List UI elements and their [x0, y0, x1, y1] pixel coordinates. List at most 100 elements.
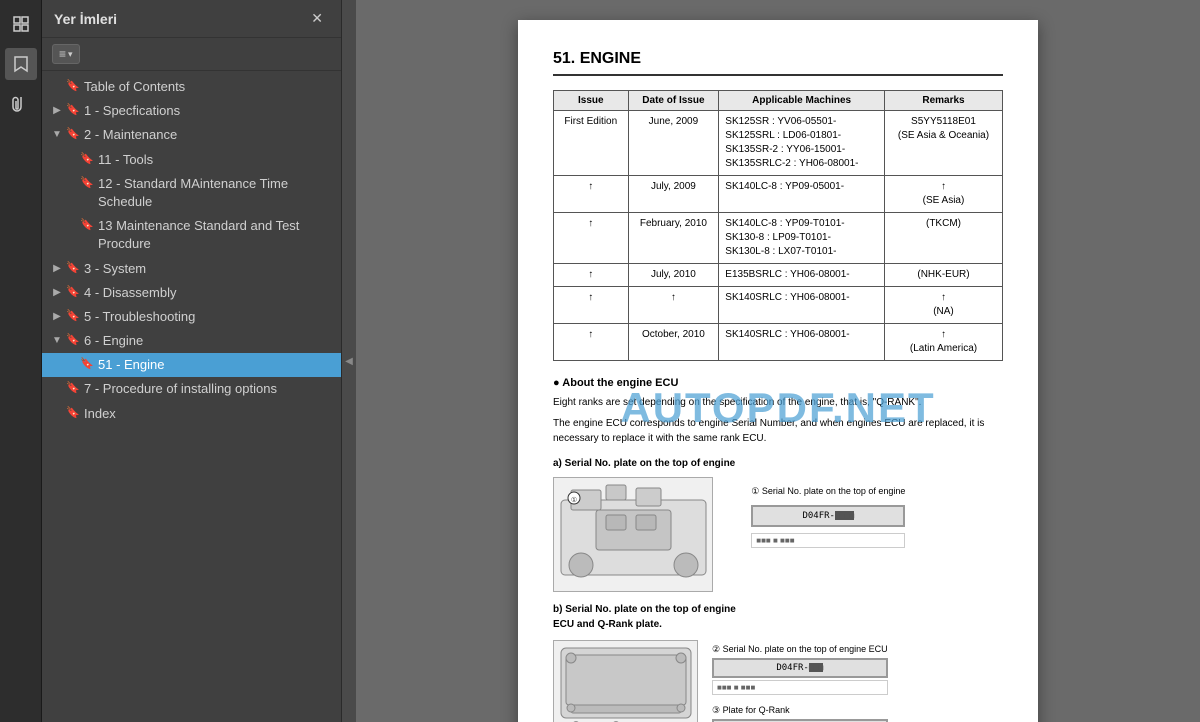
toggle-icon: ▶ — [50, 286, 64, 300]
table-cell-issue: ↑ — [554, 176, 629, 213]
sidebar-item-label: 12 - Standard MAintenance Time Schedule — [98, 175, 333, 211]
table-cell-machines: SK140SRLC : YH06-08001- — [719, 324, 885, 361]
table-row: ↑ July, 2009 SK140LC-8 : YP09-05001- ↑(S… — [554, 176, 1003, 213]
sidebar-item-label: 5 - Troubleshooting — [84, 308, 333, 326]
table-cell-remarks: (NHK-EUR) — [884, 264, 1002, 287]
ecu-plate-3: ③ Plate for Q-Rank Q-RANK — [712, 705, 888, 722]
sidebar-item-7-proc[interactable]: 🔖 7 - Procedure of installing options — [42, 377, 341, 401]
menu-icon: ≡ — [59, 47, 66, 61]
table-row: ↑ July, 2010 E135BSRLC : YH06-08001- (NH… — [554, 264, 1003, 287]
table-cell-date: July, 2009 — [628, 176, 719, 213]
svg-text:①: ① — [570, 496, 576, 504]
table-cell-remarks: ↑(Latin America) — [884, 324, 1002, 361]
sidebar-item-6-engine[interactable]: ▼ 🔖 6 - Engine — [42, 329, 341, 353]
serial-plate-b: D04FR-■■■ — [712, 658, 888, 678]
table-row: First Edition June, 2009 SK125SR : YV06-… — [554, 111, 1003, 176]
serial-section-b-label: b) Serial No. plate on the top of engine… — [553, 602, 1003, 632]
sidebar-item-label: 11 - Tools — [98, 151, 333, 169]
ecu-plate-2: ② Serial No. plate on the top of engine … — [712, 644, 888, 695]
sidebar-menu-button[interactable]: ≡ ▾ — [52, 44, 80, 64]
serial-sub-b: ■■■ ■ ■■■ — [712, 680, 888, 695]
ecu-plates-detail: ② Serial No. plate on the top of engine … — [712, 640, 888, 722]
table-cell-date: ↑ — [628, 287, 719, 324]
sidebar-item-3-sys[interactable]: ▶ 🔖 3 - System — [42, 257, 341, 281]
bookmark-icon: 🔖 — [80, 176, 94, 191]
pdf-ecu-subtitle: ● About the engine ECU — [553, 377, 1003, 389]
table-cell-date: July, 2010 — [628, 264, 719, 287]
bookmark-icon: 🔖 — [80, 357, 94, 372]
sidebar-item-label: 6 - Engine — [84, 332, 333, 350]
toggle-icon: ▼ — [50, 128, 64, 142]
sidebar-item-12-std[interactable]: 🔖 12 - Standard MAintenance Time Schedul… — [42, 172, 341, 214]
table-cell-issue: First Edition — [554, 111, 629, 176]
sidebar-item-toc[interactable]: 🔖 Table of Contents — [42, 75, 341, 99]
bookmark-icon: 🔖 — [80, 218, 94, 233]
table-cell-remarks: ↑(SE Asia) — [884, 176, 1002, 213]
table-cell-issue: ↑ — [554, 324, 629, 361]
engine-illustration-a: a) Serial No. plate on the top of engine — [553, 456, 1003, 592]
table-cell-date: October, 2010 — [628, 324, 719, 361]
sidebar-close-button[interactable]: ✕ — [305, 8, 329, 29]
bookmarks-icon[interactable] — [5, 48, 37, 80]
table-cell-date: June, 2009 — [628, 111, 719, 176]
sidebar-item-label: 2 - Maintenance — [84, 126, 333, 144]
sidebar-item-4-disass[interactable]: ▶ 🔖 4 - Disassembly — [42, 281, 341, 305]
table-cell-machines: SK125SR : YV06-05501- SK125SRL : LD06-01… — [719, 111, 885, 176]
bookmark-icon: 🔖 — [66, 261, 80, 276]
pdf-section-title: 51. ENGINE — [553, 50, 1003, 76]
sidebar-header: Yer İmleri ✕ — [42, 0, 341, 38]
table-header-issue: Issue — [554, 91, 629, 111]
bookmark-icon: 🔖 — [66, 333, 80, 348]
dropdown-arrow-icon: ▾ — [68, 49, 73, 60]
table-header-machines: Applicable Machines — [719, 91, 885, 111]
sidebar-item-51-engine[interactable]: 🔖 51 - Engine — [42, 353, 341, 377]
sidebar-title: Yer İmleri — [54, 11, 117, 27]
sidebar-item-label: 4 - Disassembly — [84, 284, 333, 302]
toggle-icon: ▶ — [50, 262, 64, 276]
engine-svg: ① — [556, 480, 711, 590]
bookmark-icon: 🔖 — [66, 127, 80, 142]
bookmark-icon: 🔖 — [80, 152, 94, 167]
toggle-icon: ▼ — [50, 334, 64, 348]
sidebar: Yer İmleri ✕ ≡ ▾ 🔖 Table of Contents ▶ 🔖… — [42, 0, 342, 722]
sidebar-item-label: 51 - Engine — [98, 356, 333, 374]
sidebar-item-label: 1 - Specfications — [84, 102, 333, 120]
table-cell-issue: ↑ — [554, 287, 629, 324]
table-cell-machines: SK140LC-8 : YP09-05001- — [719, 176, 885, 213]
sidebar-item-2-maint[interactable]: ▼ 🔖 2 - Maintenance — [42, 123, 341, 147]
serial-caption-3: ③ Plate for Q-Rank — [712, 705, 888, 716]
sidebar-item-label: 13 Maintenance Standard and Test Procdur… — [98, 217, 333, 253]
pdf-viewer[interactable]: AUTOPDF.NET 51. ENGINE Issue Date of Iss… — [356, 0, 1200, 722]
sidebar-item-label: 3 - System — [84, 260, 333, 278]
ecu-row: ② ③ ECU, CONTROLLER ② Serial No. plate o… — [553, 640, 1003, 722]
resize-handle[interactable]: ◀ — [342, 0, 356, 722]
toggle-icon: ▶ — [50, 310, 64, 324]
serial-caption-2: ② Serial No. plate on the top of engine … — [712, 644, 888, 655]
ecu-box: ② ③ — [553, 640, 698, 722]
sidebar-item-13-maint[interactable]: 🔖 13 Maintenance Standard and Test Procd… — [42, 214, 341, 256]
table-row: ↑ ↑ SK140SRLC : YH06-08001- ↑(NA) — [554, 287, 1003, 324]
sidebar-item-1-spec[interactable]: ▶ 🔖 1 - Specfications — [42, 99, 341, 123]
bookmark-icon: 🔖 — [66, 285, 80, 300]
serial-details-a: ① Serial No. plate on the top of engine … — [751, 456, 905, 548]
table-cell-machines: SK140LC-8 : YP09-T0101- SK130-8 : LP09-T… — [719, 213, 885, 264]
sidebar-item-5-trouble[interactable]: ▶ 🔖 5 - Troubleshooting — [42, 305, 341, 329]
table-header-remarks: Remarks — [884, 91, 1002, 111]
serial-caption-a: ① Serial No. plate on the top of engine — [751, 486, 905, 497]
bookmark-icon: 🔖 — [66, 406, 80, 421]
table-row: ↑ October, 2010 SK140SRLC : YH06-08001- … — [554, 324, 1003, 361]
serial-sub-detail: ■■■ ■ ■■■ — [751, 533, 905, 548]
bookmark-icon: 🔖 — [66, 381, 80, 396]
sidebar-item-11-tools[interactable]: 🔖 11 - Tools — [42, 148, 341, 172]
sidebar-item-index[interactable]: 🔖 Index — [42, 402, 341, 426]
table-cell-machines: E135BSRLC : YH06-08001- — [719, 264, 885, 287]
pdf-issue-table: Issue Date of Issue Applicable Machines … — [553, 90, 1003, 361]
pages-icon[interactable] — [5, 8, 37, 40]
serial-section-a-label: a) Serial No. plate on the top of engine — [553, 456, 735, 471]
pdf-page: AUTOPDF.NET 51. ENGINE Issue Date of Iss… — [518, 20, 1038, 722]
table-cell-remarks: S5YY5118E01(SE Asia & Oceania) — [884, 111, 1002, 176]
content-area: ◀ AUTOPDF.NET 51. ENGINE Issue Date of I… — [342, 0, 1200, 722]
serial-plate-a: D04FR-■■■■ — [751, 505, 905, 527]
engine-drawing-a: ① — [553, 477, 713, 592]
attachments-icon[interactable] — [5, 88, 37, 120]
